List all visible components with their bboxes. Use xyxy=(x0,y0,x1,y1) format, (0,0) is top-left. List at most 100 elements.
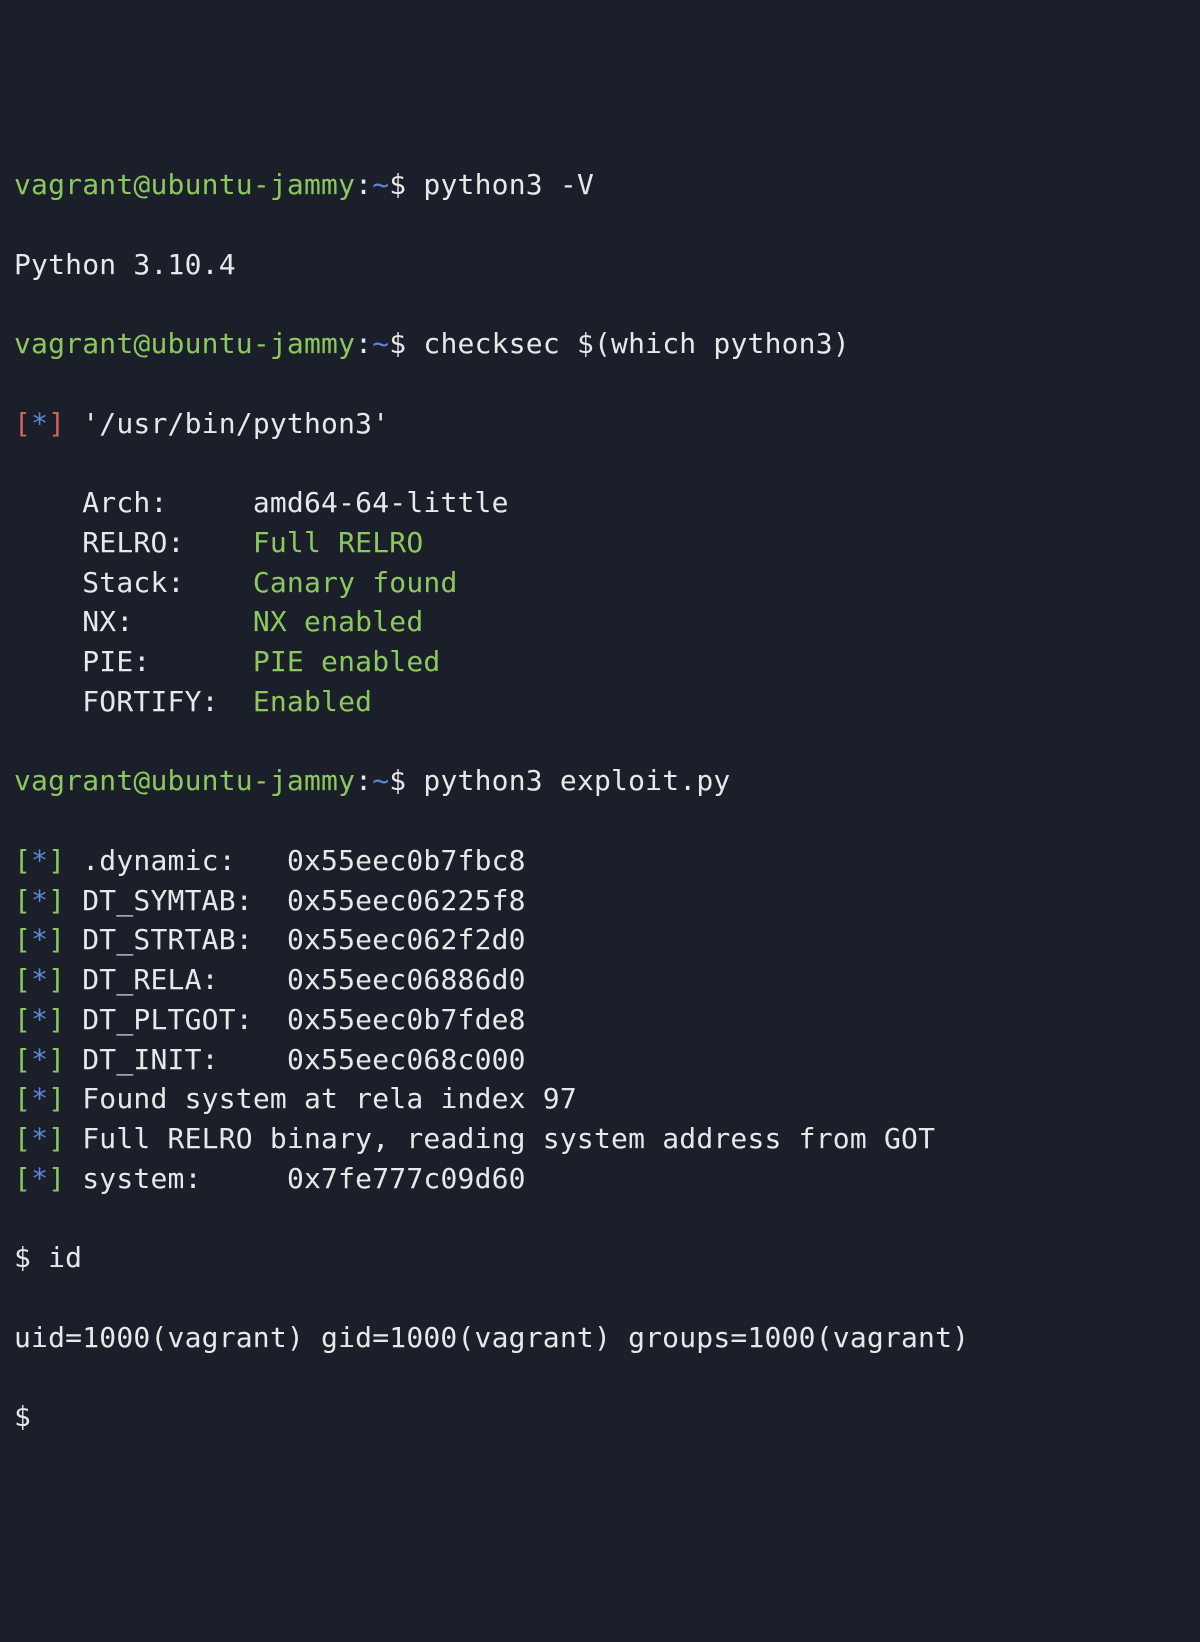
exploit-line: [*] system: 0x7fe777c09d60 xyxy=(14,1159,1186,1199)
checksec-path: '/usr/bin/python3' xyxy=(65,407,389,440)
cmd-id: id xyxy=(48,1241,82,1274)
exploit-text: Full RELRO binary, reading system addres… xyxy=(82,1122,935,1155)
prompt-user: vagrant xyxy=(14,327,133,360)
checksec-row: PIE: PIE enabled xyxy=(14,642,1186,682)
cmd-python-version: python3 -V xyxy=(423,168,594,201)
prompt-user: vagrant xyxy=(14,168,133,201)
prompt-at: @ xyxy=(133,168,150,201)
bracket-open: [ xyxy=(14,1003,31,1036)
bracket-close: ] xyxy=(48,963,65,996)
shell-prompt: $ xyxy=(14,1241,48,1274)
star-icon: * xyxy=(31,844,48,877)
bracket-close: ] xyxy=(48,844,65,877)
prompt-colon: : xyxy=(355,168,372,201)
bracket-open: [ xyxy=(14,1122,31,1155)
checksec-label: PIE: xyxy=(14,645,253,678)
cmd-exploit: python3 exploit.py xyxy=(423,764,730,797)
cmd-checksec: checksec $(which python3) xyxy=(423,327,849,360)
prompt-at: @ xyxy=(133,327,150,360)
exploit-line: [*] DT_INIT: 0x55eec068c000 xyxy=(14,1040,1186,1080)
star-icon: * xyxy=(31,963,48,996)
bracket-open: [ xyxy=(14,1162,31,1195)
bracket-close: ] xyxy=(48,1003,65,1036)
bracket-open: [ xyxy=(14,407,31,440)
bracket-close: ] xyxy=(48,1082,65,1115)
prompt-host: ubuntu-jammy xyxy=(150,168,355,201)
bracket-close: ] xyxy=(48,1043,65,1076)
checksec-row: Arch: amd64-64-little xyxy=(14,483,1186,523)
exploit-text: DT_PLTGOT: 0x55eec0b7fde8 xyxy=(82,1003,526,1036)
exploit-text: system: 0x7fe777c09d60 xyxy=(82,1162,526,1195)
shell-prompt-final[interactable]: $ xyxy=(14,1397,1186,1437)
prompt-cwd: ~ xyxy=(372,327,389,360)
prompt-colon: : xyxy=(355,764,372,797)
prompt-user: vagrant xyxy=(14,764,133,797)
exploit-output: [*] .dynamic: 0x55eec0b7fbc8[*] DT_SYMTA… xyxy=(14,841,1186,1199)
bracket-close: ] xyxy=(48,923,65,956)
checksec-label: NX: xyxy=(14,605,253,638)
exploit-line: [*] Found system at rela index 97 xyxy=(14,1079,1186,1119)
exploit-text: DT_INIT: 0x55eec068c000 xyxy=(82,1043,526,1076)
checksec-header: [*] '/usr/bin/python3' xyxy=(14,404,1186,444)
prompt-line-1[interactable]: vagrant@ubuntu-jammy:~$ python3 -V xyxy=(14,165,1186,205)
star-icon: * xyxy=(31,923,48,956)
prompt-host: ubuntu-jammy xyxy=(150,764,355,797)
python-version-output: Python 3.10.4 xyxy=(14,245,1186,285)
checksec-label: FORTIFY: xyxy=(14,685,253,718)
checksec-value: NX enabled xyxy=(253,605,424,638)
prompt-at: @ xyxy=(133,764,150,797)
exploit-line: [*] DT_SYMTAB: 0x55eec06225f8 xyxy=(14,881,1186,921)
star-icon: * xyxy=(31,1122,48,1155)
checksec-value: amd64-64-little xyxy=(253,486,509,519)
prompt-cwd: ~ xyxy=(372,764,389,797)
bracket-close: ] xyxy=(48,407,65,440)
checksec-label: Stack: xyxy=(14,566,253,599)
checksec-label: Arch: xyxy=(14,486,253,519)
exploit-line: [*] DT_PLTGOT: 0x55eec0b7fde8 xyxy=(14,1000,1186,1040)
checksec-value: Canary found xyxy=(253,566,458,599)
checksec-value: PIE enabled xyxy=(253,645,441,678)
prompt-cwd: ~ xyxy=(372,168,389,201)
prompt-dollar: $ xyxy=(389,764,423,797)
star-icon: * xyxy=(31,1003,48,1036)
prompt-colon: : xyxy=(355,327,372,360)
checksec-label: RELRO: xyxy=(14,526,253,559)
checksec-row: FORTIFY: Enabled xyxy=(14,682,1186,722)
checksec-value: Enabled xyxy=(253,685,372,718)
exploit-line: [*] .dynamic: 0x55eec0b7fbc8 xyxy=(14,841,1186,881)
checksec-value: Full RELRO xyxy=(253,526,424,559)
prompt-host: ubuntu-jammy xyxy=(150,327,355,360)
bracket-open: [ xyxy=(14,963,31,996)
bracket-open: [ xyxy=(14,844,31,877)
checksec-rows: Arch: amd64-64-little RELRO: Full RELRO … xyxy=(14,483,1186,722)
bracket-close: ] xyxy=(48,1162,65,1195)
bracket-open: [ xyxy=(14,1082,31,1115)
shell-prompt-line[interactable]: $ id xyxy=(14,1238,1186,1278)
star-icon: * xyxy=(31,1162,48,1195)
checksec-row: RELRO: Full RELRO xyxy=(14,523,1186,563)
checksec-row: Stack: Canary found xyxy=(14,563,1186,603)
exploit-text: Found system at rela index 97 xyxy=(82,1082,577,1115)
bracket-open: [ xyxy=(14,1043,31,1076)
exploit-text: DT_RELA: 0x55eec06886d0 xyxy=(82,963,526,996)
prompt-line-2[interactable]: vagrant@ubuntu-jammy:~$ checksec $(which… xyxy=(14,324,1186,364)
star-icon: * xyxy=(31,1043,48,1076)
exploit-text: DT_SYMTAB: 0x55eec06225f8 xyxy=(82,884,526,917)
star-icon: * xyxy=(31,1082,48,1115)
prompt-line-3[interactable]: vagrant@ubuntu-jammy:~$ python3 exploit.… xyxy=(14,761,1186,801)
bracket-open: [ xyxy=(14,923,31,956)
id-output: uid=1000(vagrant) gid=1000(vagrant) grou… xyxy=(14,1318,1186,1358)
checksec-row: NX: NX enabled xyxy=(14,602,1186,642)
exploit-text: DT_STRTAB: 0x55eec062f2d0 xyxy=(82,923,526,956)
exploit-line: [*] Full RELRO binary, reading system ad… xyxy=(14,1119,1186,1159)
star-icon: * xyxy=(31,884,48,917)
exploit-line: [*] DT_STRTAB: 0x55eec062f2d0 xyxy=(14,920,1186,960)
bracket-open: [ xyxy=(14,884,31,917)
prompt-dollar: $ xyxy=(389,327,423,360)
bracket-close: ] xyxy=(48,1122,65,1155)
exploit-text: .dynamic: 0x55eec0b7fbc8 xyxy=(82,844,526,877)
bracket-close: ] xyxy=(48,884,65,917)
exploit-line: [*] DT_RELA: 0x55eec06886d0 xyxy=(14,960,1186,1000)
star-icon: * xyxy=(31,407,48,440)
prompt-dollar: $ xyxy=(389,168,423,201)
